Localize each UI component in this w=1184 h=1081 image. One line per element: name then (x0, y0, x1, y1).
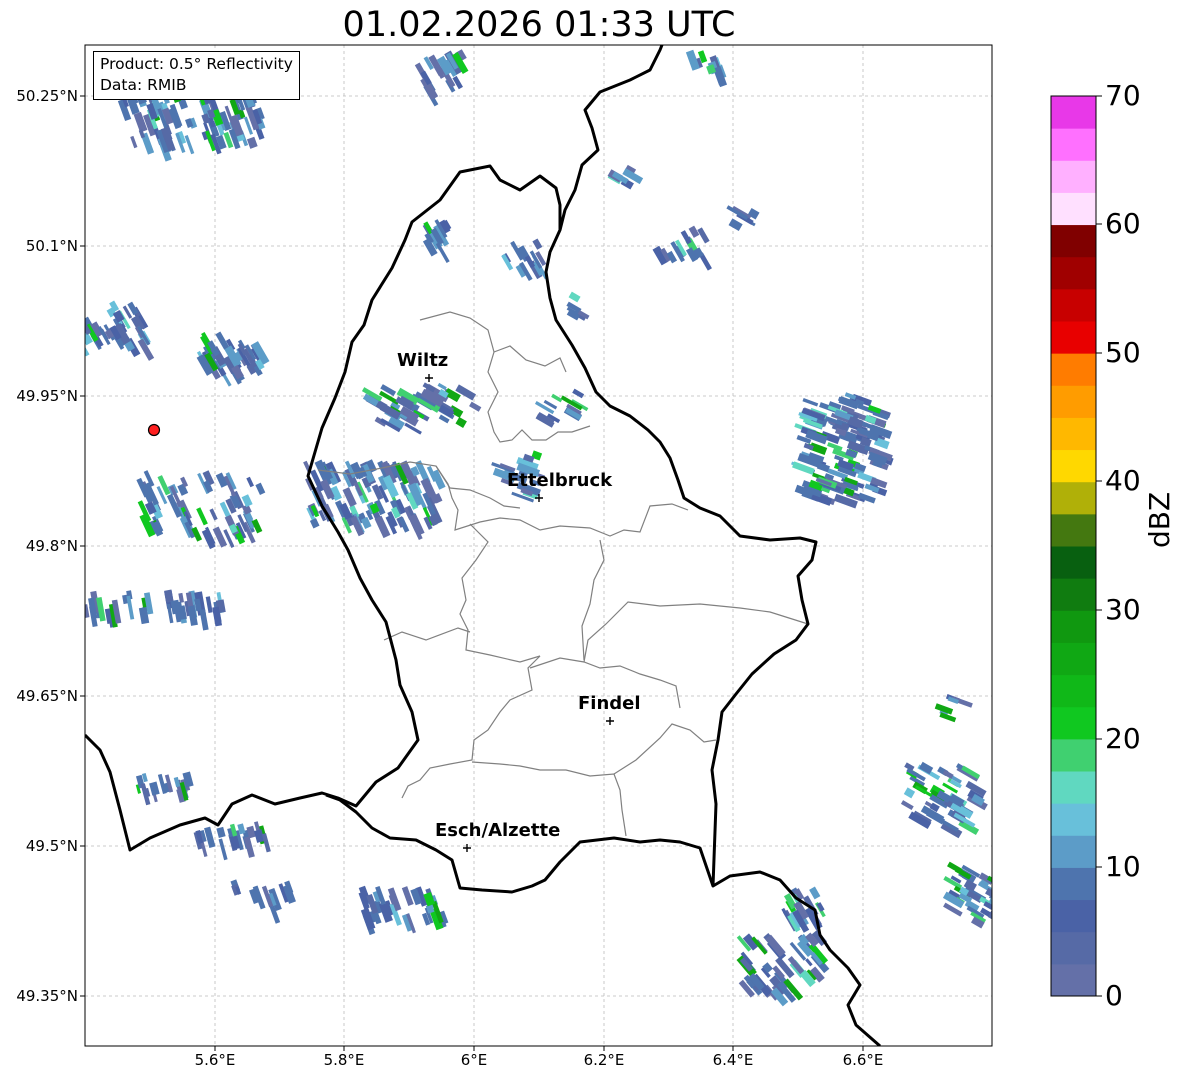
lat-tick-label: 50.25°N (16, 87, 78, 105)
colorbar-segment (1051, 642, 1096, 676)
radar-site-marker (147, 423, 161, 437)
colorbar (1051, 96, 1096, 997)
radar-map (80, 44, 1102, 1051)
lat-tick-label: 50.1°N (25, 237, 78, 255)
colorbar-segment (1051, 96, 1096, 129)
colorbar-segment (1051, 353, 1096, 386)
colorbar-segment (1051, 288, 1096, 322)
city-label-ettelbruck: Ettelbruck (507, 470, 613, 491)
colorbar-segment (1051, 192, 1096, 226)
lat-tick-label: 49.35°N (16, 987, 78, 1005)
colorbar-tick-label: 0 (1105, 979, 1123, 1012)
lat-tick-label: 49.65°N (16, 687, 78, 705)
colorbar-segment (1051, 899, 1096, 933)
colorbar-tick-label: 50 (1105, 336, 1141, 369)
colorbar-segment (1051, 867, 1096, 901)
colorbar-segment (1051, 385, 1096, 418)
colorbar-segment (1051, 835, 1096, 868)
colorbar-segment (1051, 931, 1096, 965)
colorbar-tick-label: 70 (1105, 79, 1141, 112)
colorbar-segment (1051, 417, 1096, 451)
colorbar-tick-label: 30 (1105, 593, 1141, 626)
colorbar-title: dBZ (1143, 491, 1176, 548)
colorbar-tick-label: 10 (1105, 850, 1141, 883)
lon-tick-label: 5.8°E (323, 1051, 365, 1069)
colorbar-segment (1051, 706, 1096, 740)
lon-tick-label: 6.2°E (583, 1051, 625, 1069)
product-info-box: Product: 0.5° Reflectivity Data: RMIB (93, 51, 300, 100)
city-label-wiltz: Wiltz (397, 350, 449, 371)
data-source-label: Data: RMIB (100, 76, 187, 94)
lon-tick-label: 5.6°E (194, 1051, 236, 1069)
product-label: Product: 0.5° Reflectivity (100, 55, 293, 73)
axis-ticks (80, 95, 864, 1051)
lon-tick-label: 6°E (460, 1051, 488, 1069)
colorbar-segment (1051, 610, 1096, 643)
colorbar-segment (1051, 481, 1096, 515)
colorbar-segment (1051, 513, 1096, 547)
map-title: 01.02.2026 01:33 UTC (342, 5, 736, 45)
colorbar-segment (1051, 256, 1096, 290)
lon-tick-label: 6.4°E (712, 1051, 754, 1069)
lon-tick-label: 6.6°E (842, 1051, 884, 1069)
colorbar-tick-label: 60 (1105, 207, 1141, 240)
colorbar-segment (1051, 674, 1096, 708)
colorbar-ticks (1096, 95, 1102, 997)
colorbar-segment (1051, 160, 1096, 193)
country-borders (85, 45, 881, 1046)
colorbar-segment (1051, 771, 1096, 804)
colorbar-segment (1051, 546, 1096, 579)
colorbar-segment (1051, 128, 1096, 161)
colorbar-tick-label: 20 (1105, 722, 1141, 755)
colorbar-segment (1051, 578, 1096, 611)
colorbar-segment (1051, 224, 1096, 258)
city-markers (425, 374, 614, 852)
lat-tick-label: 49.5°N (25, 837, 78, 855)
lat-tick-label: 49.8°N (25, 537, 78, 555)
colorbar-segment (1051, 963, 1096, 997)
city-label-findel: Findel (578, 693, 641, 714)
colorbar-tick-label: 40 (1105, 464, 1141, 497)
colorbar-segment (1051, 738, 1096, 772)
lat-tick-label: 49.95°N (16, 387, 78, 405)
colorbar-segment (1051, 321, 1096, 354)
colorbar-segment (1051, 803, 1096, 836)
colorbar-segment (1051, 449, 1096, 483)
city-label-esch-alzette: Esch/Alzette (435, 820, 561, 841)
